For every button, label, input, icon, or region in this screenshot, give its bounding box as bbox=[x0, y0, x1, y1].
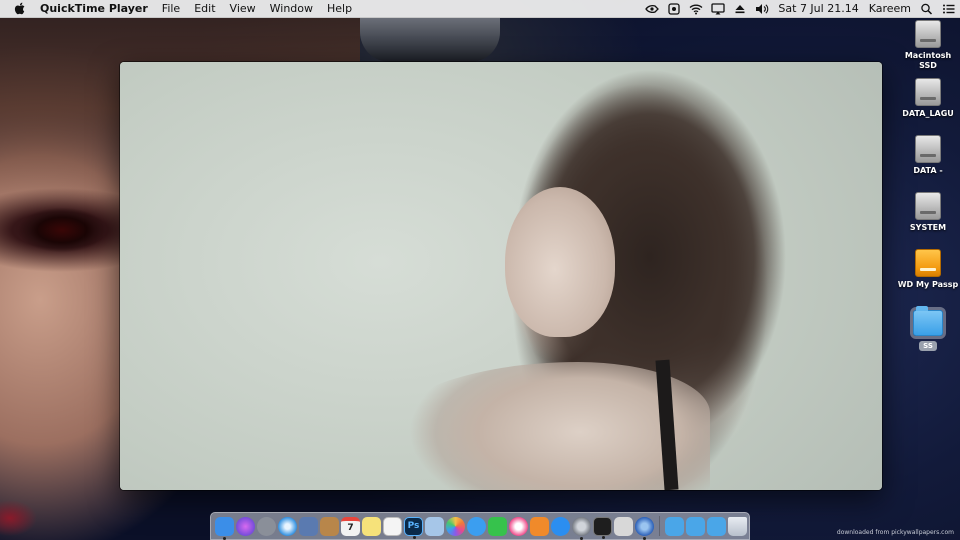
messages-icon[interactable] bbox=[467, 516, 486, 536]
desktop-icon-label: SYSTEM bbox=[909, 223, 947, 232]
desktop-icon-label: Macintosh SSD bbox=[904, 51, 952, 70]
calendar-day: 7 bbox=[347, 523, 354, 533]
downloads-folder-icon[interactable] bbox=[707, 516, 726, 536]
video-frame[interactable] bbox=[120, 62, 882, 490]
app-store-icon[interactable] bbox=[551, 516, 570, 536]
hard-drive-icon bbox=[915, 135, 941, 163]
dock-separator bbox=[659, 516, 660, 536]
script-editor-icon[interactable] bbox=[614, 516, 633, 536]
airplay-display-icon[interactable] bbox=[707, 0, 729, 18]
terminal-icon[interactable] bbox=[593, 516, 612, 539]
desktop-icon-ss-folder[interactable]: SS bbox=[895, 306, 960, 351]
app-menu-quicktime[interactable]: QuickTime Player bbox=[32, 0, 155, 18]
nvidia-icon[interactable] bbox=[641, 0, 663, 18]
spotlight-search-icon[interactable] bbox=[916, 0, 938, 18]
wallpaper-robot-helmet bbox=[360, 18, 500, 62]
preview-icon[interactable] bbox=[299, 516, 318, 536]
desktop-icon-wd-my-passport[interactable]: WD My Passp bbox=[895, 249, 960, 290]
apple-menu-icon[interactable] bbox=[6, 2, 32, 15]
ibooks-icon[interactable] bbox=[530, 516, 549, 536]
hard-drive-icon bbox=[915, 78, 941, 106]
video-subject-face bbox=[505, 187, 615, 337]
wallpaper-eye bbox=[0, 190, 120, 270]
applications-folder-icon[interactable] bbox=[665, 516, 684, 536]
volume-icon[interactable] bbox=[751, 0, 773, 18]
menu-file[interactable]: File bbox=[155, 0, 187, 18]
external-drive-icon bbox=[915, 249, 941, 277]
wallpaper-lips bbox=[0, 490, 40, 540]
system-preferences-icon[interactable] bbox=[572, 516, 591, 540]
launchpad-icon[interactable] bbox=[257, 516, 276, 536]
clock[interactable]: Sat 7 Jul 21.14 bbox=[773, 0, 863, 18]
menu-help[interactable]: Help bbox=[320, 0, 359, 18]
desktop-icon-data-lagu[interactable]: DATA_LAGU bbox=[895, 78, 960, 119]
calendar-icon[interactable]: 7 bbox=[341, 516, 360, 536]
user-menu[interactable]: Kareem bbox=[864, 0, 916, 18]
desktop-icon-macintosh-ssd[interactable]: Macintosh SSD bbox=[895, 20, 960, 71]
menu-view[interactable]: View bbox=[223, 0, 263, 18]
photoshop-icon[interactable]: Ps bbox=[404, 516, 423, 539]
desktop-icon-label: WD My Passp bbox=[897, 280, 959, 289]
trash-icon[interactable] bbox=[728, 516, 747, 536]
hard-drive-icon bbox=[915, 20, 941, 48]
menu-window[interactable]: Window bbox=[263, 0, 320, 18]
folder-icon bbox=[913, 306, 943, 336]
notefile-icon[interactable] bbox=[320, 516, 339, 536]
photoshop-label: Ps bbox=[407, 521, 420, 531]
desktop-icon-system[interactable]: SYSTEM bbox=[895, 192, 960, 233]
gpu-switch-icon[interactable] bbox=[663, 0, 685, 18]
menu-bar: QuickTime Player File Edit View Window H… bbox=[0, 0, 960, 18]
watermark-text: downloaded from pickywallpapers.com bbox=[836, 529, 954, 536]
quicktime-icon[interactable] bbox=[635, 516, 654, 540]
desktop-icon-label: DATA - bbox=[913, 166, 943, 175]
notes-icon[interactable] bbox=[362, 516, 381, 536]
finder-icon[interactable] bbox=[215, 516, 234, 540]
textedit-icon[interactable] bbox=[383, 516, 402, 536]
desktop-icon-label: SS bbox=[919, 341, 937, 351]
siri-icon[interactable] bbox=[236, 516, 255, 536]
safari-icon[interactable] bbox=[278, 516, 297, 536]
notification-center-icon[interactable] bbox=[938, 0, 960, 18]
quicktime-player-window[interactable] bbox=[120, 62, 882, 490]
desktop-icon-label: DATA_LAGU bbox=[902, 109, 954, 118]
photos-icon[interactable] bbox=[446, 516, 465, 536]
dock: 7 Ps bbox=[210, 512, 750, 540]
image-capture-icon[interactable] bbox=[425, 516, 444, 536]
desktop-icon-data[interactable]: DATA - bbox=[895, 135, 960, 176]
wifi-icon[interactable] bbox=[685, 0, 707, 18]
documents-folder-icon[interactable] bbox=[686, 516, 705, 536]
menu-edit[interactable]: Edit bbox=[187, 0, 222, 18]
itunes-icon[interactable] bbox=[509, 516, 528, 536]
hard-drive-icon bbox=[915, 192, 941, 220]
facetime-icon[interactable] bbox=[488, 516, 507, 536]
eject-icon[interactable] bbox=[729, 0, 751, 18]
